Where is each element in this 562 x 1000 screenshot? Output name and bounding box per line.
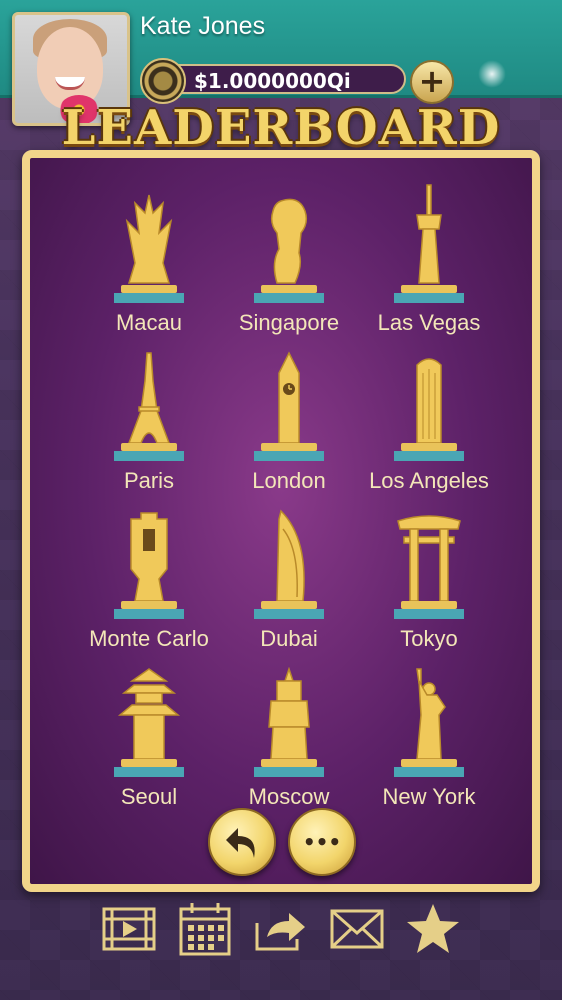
calendar-button[interactable] (176, 900, 234, 958)
city-label: Las Vegas (377, 310, 481, 335)
star-icon (407, 904, 459, 953)
city-las-vegas[interactable]: Las Vegas (344, 178, 514, 335)
more-button[interactable]: ••• (288, 808, 356, 876)
favorites-button[interactable] (404, 900, 462, 958)
city-new-york[interactable]: New York (344, 652, 514, 809)
share-button[interactable] (252, 900, 310, 958)
page-title: LEADERBOARD (61, 100, 501, 156)
video-button[interactable] (100, 900, 158, 958)
player-name: Kate Jones (140, 12, 266, 40)
leaderboard-panel: Macau Singapore Las Vegas Paris London L… (22, 150, 540, 892)
balance-display: $1.0000000Qi (158, 64, 406, 94)
city-tokyo[interactable]: Tokyo (344, 494, 514, 651)
mail-icon (330, 909, 384, 949)
merlion-icon (270, 198, 308, 284)
city-label: New York (382, 784, 476, 809)
back-button[interactable] (208, 808, 276, 876)
pagoda-icon (117, 668, 181, 760)
macau-tower-icon (125, 194, 173, 284)
stratosphere-tower-icon (416, 184, 442, 284)
calendar-icon (179, 903, 231, 956)
mail-button[interactable] (328, 900, 386, 958)
skyscraper-icon (416, 358, 442, 444)
chip-icon (140, 58, 186, 104)
casino-building-icon (130, 512, 168, 602)
add-funds-button[interactable]: + (410, 60, 454, 104)
city-los-angeles[interactable]: Los Angeles (344, 336, 514, 493)
back-arrow-icon (226, 828, 255, 858)
city-label: Los Angeles (369, 468, 489, 493)
video-icon (102, 907, 156, 951)
statue-of-liberty-icon (416, 668, 446, 760)
kremlin-tower-icon (268, 667, 310, 760)
big-ben-icon (278, 351, 300, 444)
share-icon (255, 913, 305, 951)
eiffel-tower-icon (127, 352, 171, 444)
torii-gate-icon (397, 515, 461, 602)
city-label: Tokyo (400, 626, 458, 651)
sparkle-icon (478, 60, 506, 88)
burj-al-arab-icon (276, 509, 305, 602)
